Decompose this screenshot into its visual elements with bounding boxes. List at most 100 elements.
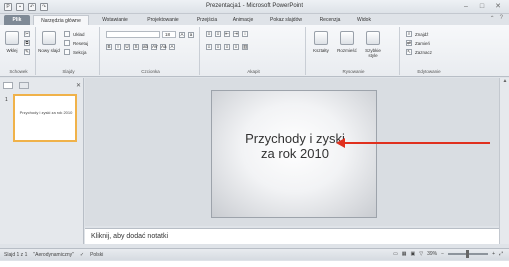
- shadow-icon[interactable]: S: [133, 44, 139, 50]
- change-case-icon[interactable]: Aa: [160, 44, 167, 50]
- ribbon-tabs: Plik Narzędzia główne Wstawianie Projekt…: [0, 14, 509, 25]
- slide-title[interactable]: Przychody i zyski za rok 2010: [220, 131, 370, 161]
- page-bottom-margin: [0, 261, 509, 267]
- paste-button[interactable]: Wklej: [2, 48, 22, 53]
- tab-design[interactable]: Projektowanie: [140, 15, 186, 25]
- tab-animations[interactable]: Animacje: [228, 15, 258, 25]
- decrease-indent-icon[interactable]: ⇤: [224, 31, 230, 37]
- slide-canvas[interactable]: Przychody i zyski za rok 2010: [211, 90, 377, 218]
- quick-styles-icon[interactable]: [366, 31, 380, 45]
- shapes-icon[interactable]: [314, 31, 328, 45]
- zoom-in-icon[interactable]: +: [492, 251, 495, 257]
- shrink-font-icon[interactable]: a: [188, 32, 194, 38]
- slide-thumbnail[interactable]: Przychody i zyski za rok 2010: [13, 94, 77, 142]
- zoom-out-icon[interactable]: −: [441, 251, 444, 257]
- group-slides: Nowy slajd Układ Resetuj Sekcja Slajdy: [38, 27, 100, 75]
- select-icon: ↖: [406, 49, 412, 55]
- align-right-icon[interactable]: ≡: [224, 44, 230, 50]
- group-label-editing: Edytowanie: [417, 69, 441, 74]
- strikethrough-icon[interactable]: ab: [142, 44, 148, 50]
- outline-tab-icon[interactable]: [19, 82, 29, 89]
- ribbon-collapse-icon[interactable]: ⌃: [490, 15, 495, 22]
- spacing-icon[interactable]: AV: [151, 44, 158, 50]
- status-bar: Slajd 1 z 1 "Aerodynamiczny" ✓ Polski ▭ …: [0, 248, 509, 260]
- increase-indent-icon[interactable]: ⇥: [233, 31, 239, 37]
- tab-review[interactable]: Recenzja: [314, 15, 346, 25]
- align-row: ≡ ≡ ≡ ≡ ▥: [206, 44, 248, 50]
- italic-icon[interactable]: I: [115, 44, 121, 50]
- replace-button[interactable]: ⇄ Zamień: [406, 40, 430, 46]
- group-clipboard: Wklej ✂ ⧉ ✎ Schowek: [2, 27, 36, 75]
- layout-icon: [64, 31, 70, 37]
- help-icon[interactable]: ?: [500, 15, 503, 22]
- quick-styles-button[interactable]: Szybkie style: [360, 48, 386, 58]
- cut-icon[interactable]: ✂: [24, 31, 30, 37]
- tab-view[interactable]: Widok: [352, 15, 376, 25]
- bold-icon[interactable]: B: [106, 44, 112, 50]
- arrange-icon[interactable]: [340, 31, 354, 45]
- section-button[interactable]: Sekcja: [64, 49, 87, 55]
- font-name-box[interactable]: [106, 31, 160, 38]
- shapes-button[interactable]: Kształty: [308, 48, 334, 53]
- vertical-scrollbar[interactable]: ▲: [499, 78, 509, 244]
- columns-icon[interactable]: ▥: [242, 44, 248, 50]
- zoom-level[interactable]: 39%: [427, 251, 437, 257]
- zoom-slider-thumb[interactable]: [466, 250, 470, 258]
- slide-info: Slajd 1 z 1: [4, 252, 28, 258]
- scroll-up-icon[interactable]: ▲: [500, 78, 509, 86]
- line-spacing-icon[interactable]: ↕: [242, 31, 248, 37]
- group-paragraph: ≡ ≡ ⇤ ⇥ ↕ ≡ ≡ ≡ ≡ ▥ Akapit: [202, 27, 306, 75]
- arrange-button[interactable]: Rozmieść: [334, 48, 360, 53]
- minimize-icon[interactable]: –: [461, 2, 471, 11]
- spellcheck-icon[interactable]: ✓: [80, 252, 84, 258]
- language[interactable]: Polski: [90, 252, 103, 258]
- new-slide-icon[interactable]: [42, 31, 56, 45]
- align-center-icon[interactable]: ≡: [215, 44, 221, 50]
- select-button[interactable]: ↖ Zaznacz: [406, 49, 432, 55]
- justify-icon[interactable]: ≡: [233, 44, 239, 50]
- slides-pane: ✕ 1 Przychody i zyski za rok 2010: [0, 78, 84, 244]
- reset-button[interactable]: Resetuj: [64, 40, 88, 46]
- bullets-icon[interactable]: ≡: [206, 31, 212, 37]
- slide-number: 1: [5, 97, 8, 103]
- paste-icon[interactable]: [5, 31, 19, 45]
- slides-tab-icon[interactable]: [3, 82, 13, 89]
- slideshow-icon[interactable]: ▽: [419, 251, 423, 257]
- pane-tabs: ✕: [3, 81, 81, 90]
- reading-view-icon[interactable]: ▣: [411, 251, 416, 257]
- numbering-icon[interactable]: ≡: [215, 31, 221, 37]
- close-icon[interactable]: ✕: [493, 2, 503, 11]
- zoom-slider[interactable]: [448, 250, 489, 258]
- thumbnail-title: Przychody i zyski za rok 2010: [19, 110, 73, 115]
- tab-file[interactable]: Plik: [4, 15, 30, 25]
- group-label-clipboard: Schowek: [9, 69, 28, 74]
- reset-icon: [64, 40, 70, 46]
- maximize-icon[interactable]: □: [477, 2, 487, 11]
- tab-insert[interactable]: Wstawianie: [96, 15, 134, 25]
- group-label-slides: Slajdy: [62, 69, 75, 74]
- group-label-paragraph: Akapit: [247, 69, 260, 74]
- find-button[interactable]: ⌕ Znajdź: [406, 31, 429, 37]
- notes-pane[interactable]: Kliknij, aby dodać notatki: [85, 228, 499, 244]
- font-color-icon[interactable]: A: [169, 44, 175, 50]
- format-painter-icon[interactable]: ✎: [24, 49, 30, 55]
- normal-view-icon[interactable]: ▭: [393, 251, 398, 257]
- grow-font-icon[interactable]: A: [179, 32, 185, 38]
- tab-home[interactable]: Narzędzia główne: [33, 15, 89, 25]
- align-left-icon[interactable]: ≡: [206, 44, 212, 50]
- find-icon: ⌕: [406, 31, 412, 37]
- fit-window-icon[interactable]: ⤢: [499, 251, 503, 257]
- grow-shrink-font: A a: [179, 32, 194, 38]
- slide-sorter-icon[interactable]: ▦: [402, 251, 407, 257]
- replace-icon: ⇄: [406, 40, 412, 46]
- layout-button[interactable]: Układ: [64, 31, 85, 37]
- close-pane-icon[interactable]: ✕: [76, 82, 81, 89]
- tab-slideshow[interactable]: Pokaz slajdów: [264, 15, 308, 25]
- tab-transitions[interactable]: Przejścia: [192, 15, 222, 25]
- group-label-drawing: Rysowanie: [342, 69, 365, 74]
- copy-icon[interactable]: ⧉: [24, 40, 30, 46]
- font-size-box[interactable]: 18: [162, 31, 176, 38]
- new-slide-button[interactable]: Nowy slajd: [38, 48, 60, 53]
- underline-icon[interactable]: U: [124, 44, 130, 50]
- ribbon: Wklej ✂ ⧉ ✎ Schowek Nowy slajd Układ Res…: [0, 25, 509, 77]
